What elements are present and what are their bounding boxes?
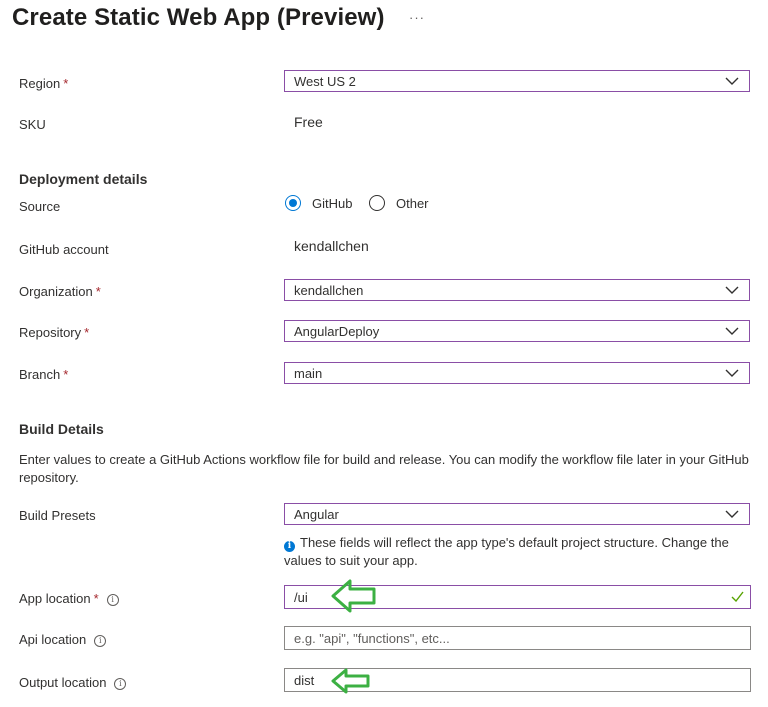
app-location-field[interactable]: [284, 585, 751, 609]
region-value: West US 2: [294, 74, 356, 89]
github-account-label: GitHub account: [19, 242, 109, 257]
radio-github-label[interactable]: GitHub: [312, 196, 352, 211]
more-icon[interactable]: ···: [409, 10, 425, 25]
checkmark-icon: [731, 591, 744, 602]
sku-label: SKU: [19, 117, 46, 132]
source-label: Source: [19, 199, 61, 214]
build-presets-note: i These fields will reflect the app type'…: [284, 535, 729, 568]
page-title: Create Static Web App (Preview): [12, 4, 385, 31]
output-location-field[interactable]: [284, 668, 751, 692]
required-mark: *: [93, 591, 99, 606]
output-location-input[interactable]: [285, 669, 750, 691]
required-mark: *: [84, 325, 90, 340]
build-presets-dropdown[interactable]: Angular: [284, 503, 750, 525]
build-presets-label: Build Presets: [19, 508, 96, 523]
branch-value: main: [294, 366, 323, 381]
organization-dropdown[interactable]: kendallchen: [284, 279, 750, 301]
info-icon[interactable]: i: [94, 635, 107, 647]
sku-value: Free: [294, 114, 323, 130]
required-mark: *: [63, 76, 69, 91]
build-details-heading: Build Details: [19, 421, 104, 437]
deployment-details-heading: Deployment details: [19, 171, 148, 187]
app-location-input[interactable]: [285, 586, 750, 608]
branch-label: Branch *: [19, 367, 69, 382]
repository-dropdown[interactable]: AngularDeploy: [284, 320, 750, 342]
app-location-label: App location * i: [19, 591, 119, 606]
build-description: Enter values to create a GitHub Actions …: [19, 452, 749, 485]
output-location-label: Output location i: [19, 675, 127, 690]
radio-github[interactable]: [285, 195, 301, 211]
chevron-down-icon: [725, 369, 739, 377]
api-location-label: Api location i: [19, 632, 107, 647]
organization-label: Organization *: [19, 284, 101, 299]
chevron-down-icon: [725, 510, 739, 518]
required-mark: *: [63, 367, 69, 382]
info-icon: i: [284, 541, 295, 552]
chevron-down-icon: [725, 327, 739, 335]
required-mark: *: [95, 284, 101, 299]
info-icon[interactable]: i: [114, 678, 127, 690]
chevron-down-icon: [725, 286, 739, 294]
radio-other-label[interactable]: Other: [396, 196, 429, 211]
build-presets-value: Angular: [294, 507, 339, 522]
chevron-down-icon: [725, 77, 739, 85]
info-icon[interactable]: i: [106, 594, 119, 606]
organization-value: kendallchen: [294, 283, 364, 298]
repository-value: AngularDeploy: [294, 324, 380, 339]
api-location-input[interactable]: [285, 627, 750, 649]
region-label: Region *: [19, 76, 69, 91]
github-account-value: kendallchen: [294, 238, 369, 254]
branch-dropdown[interactable]: main: [284, 362, 750, 384]
radio-other[interactable]: [369, 195, 385, 211]
region-dropdown[interactable]: West US 2: [284, 70, 750, 92]
api-location-field[interactable]: [284, 626, 751, 650]
repository-label: Repository *: [19, 325, 90, 340]
